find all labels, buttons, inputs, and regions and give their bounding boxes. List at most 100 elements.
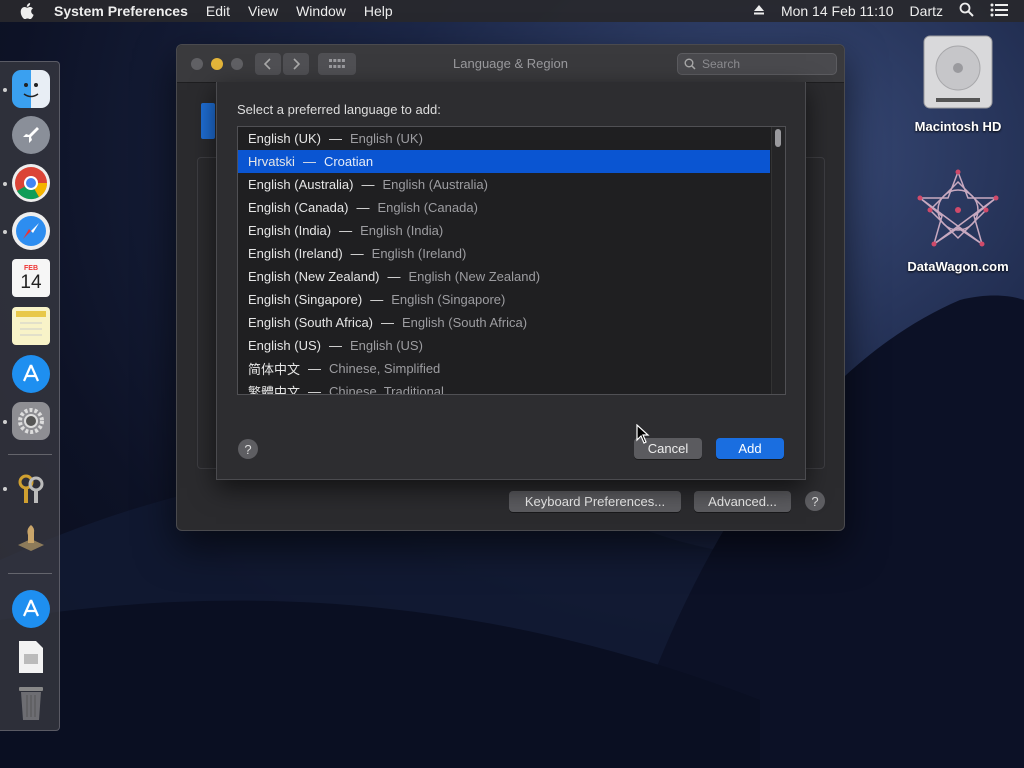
- sheet-help-button[interactable]: ?: [238, 439, 258, 459]
- sheet-title: Select a preferred language to add:: [237, 102, 441, 117]
- language-native-name: 简体中文: [248, 362, 301, 377]
- search-placeholder: Search: [702, 57, 741, 71]
- language-english-name: English (India): [360, 223, 444, 238]
- launchpad-icon[interactable]: [12, 116, 50, 154]
- desktop-icon-macintosh-hd[interactable]: Macintosh HD: [906, 32, 1010, 134]
- language-native-name: Hrvatski: [248, 154, 295, 169]
- language-row[interactable]: English (Ireland) — English (Ireland): [238, 242, 770, 265]
- language-row[interactable]: English (Australia) — English (Australia): [238, 173, 770, 196]
- menu-help[interactable]: Help: [364, 3, 393, 19]
- running-indicator: [3, 88, 7, 92]
- language-english-name: English (UK): [349, 131, 423, 146]
- language-separator: —: [308, 384, 322, 395]
- language-row[interactable]: 繁體中文 — Chinese, Traditional: [238, 380, 770, 395]
- hard-drive-icon: [923, 35, 993, 109]
- list-scrollbar[interactable]: [771, 127, 785, 394]
- language-native-name: English (Australia): [248, 177, 354, 192]
- language-row[interactable]: English (New Zealand) — English (New Zeala…: [238, 265, 770, 288]
- running-indicator: [3, 420, 7, 424]
- calendar-icon[interactable]: FEB 14: [12, 259, 50, 297]
- language-native-name: English (US): [248, 338, 321, 353]
- language-separator: —: [387, 269, 401, 284]
- menu-view[interactable]: View: [248, 3, 278, 19]
- search-icon: [684, 58, 696, 70]
- app-store-download-icon[interactable]: [12, 590, 50, 628]
- eject-icon[interactable]: [753, 3, 765, 19]
- mouse-cursor-icon: [636, 424, 650, 444]
- language-native-name: English (Canada): [248, 200, 349, 215]
- language-english-name: Chinese, Traditional: [329, 384, 444, 395]
- language-english-name: English (Ireland): [371, 246, 467, 261]
- datawagon-logo-icon: [917, 169, 999, 247]
- app-store-icon[interactable]: [12, 355, 50, 393]
- dock-separator: [8, 573, 52, 574]
- language-english-name: English (Canada): [377, 200, 478, 215]
- preferred-languages-list-edge: [201, 103, 215, 139]
- language-row[interactable]: English (Canada) — English (Canada): [238, 196, 770, 219]
- language-english-name: Chinese, Simplified: [329, 361, 441, 376]
- system-preferences-icon[interactable]: [12, 402, 50, 440]
- dock: FEB 14: [0, 61, 60, 731]
- safari-icon[interactable]: [12, 212, 50, 250]
- language-native-name: English (Singapore): [248, 292, 363, 307]
- language-native-name: English (India): [248, 223, 332, 238]
- search-field[interactable]: Search: [677, 53, 837, 75]
- language-row[interactable]: English (India) — English (India): [238, 219, 770, 242]
- language-row[interactable]: English (South Africa) — English (South Af…: [238, 311, 770, 334]
- language-native-name: English (South Africa): [248, 315, 374, 330]
- running-indicator: [3, 182, 7, 186]
- chess-icon[interactable]: [12, 517, 50, 555]
- language-separator: —: [339, 223, 353, 238]
- keychain-access-icon[interactable]: [12, 470, 50, 508]
- language-english-name: English (South Africa): [402, 315, 528, 330]
- language-separator: —: [308, 361, 322, 376]
- notification-center-icon[interactable]: [990, 3, 1008, 20]
- menu-bar: System Preferences Edit View Window Help…: [0, 0, 1024, 22]
- language-row[interactable]: Hrvatski — Croatian: [238, 150, 770, 173]
- calendar-day: 14: [20, 271, 42, 293]
- language-row[interactable]: English (Singapore) — English (Singapore): [238, 288, 770, 311]
- menu-window[interactable]: Window: [296, 3, 346, 19]
- add-button[interactable]: Add: [716, 438, 784, 459]
- language-english-name: English (US): [349, 338, 423, 353]
- language-native-name: English (Ireland): [248, 246, 343, 261]
- spotlight-search-icon[interactable]: [959, 2, 974, 20]
- desktop-icon-label: DataWagon.com: [907, 259, 1009, 274]
- desktop-icon-datawagon[interactable]: DataWagon.com: [896, 168, 1020, 274]
- language-separator: —: [356, 200, 370, 215]
- dock-separator: [8, 454, 52, 455]
- advanced-button[interactable]: Advanced...: [694, 491, 791, 512]
- language-separator: —: [381, 315, 395, 330]
- menu-edit[interactable]: Edit: [206, 3, 230, 19]
- language-english-name: English (Singapore): [391, 292, 506, 307]
- keyboard-preferences-button[interactable]: Keyboard Preferences...: [509, 491, 681, 512]
- language-list[interactable]: English (UK) — English (UK) Hrvatski — Croati…: [237, 126, 786, 395]
- menu-user[interactable]: Dartz: [910, 3, 943, 19]
- language-row[interactable]: English (UK) — English (UK): [238, 127, 770, 150]
- running-indicator: [3, 487, 7, 491]
- menu-app-name[interactable]: System Preferences: [54, 3, 188, 19]
- document-icon[interactable]: [12, 638, 50, 676]
- trash-icon[interactable]: [12, 684, 50, 722]
- window-help-button[interactable]: ?: [805, 491, 825, 511]
- language-row[interactable]: English (US) — English (US): [238, 334, 770, 357]
- language-row[interactable]: 简体中文 — Chinese, Simplified: [238, 357, 770, 380]
- apple-menu-icon[interactable]: [20, 3, 36, 19]
- language-english-name: English (New Zealand): [408, 269, 541, 284]
- chrome-icon[interactable]: [12, 164, 50, 202]
- language-separator: —: [328, 338, 342, 353]
- menu-clock[interactable]: Mon 14 Feb 11:10: [781, 3, 894, 19]
- language-separator: —: [328, 131, 342, 146]
- scrollbar-thumb[interactable]: [775, 129, 781, 147]
- finder-icon[interactable]: [12, 70, 50, 108]
- add-language-sheet: Select a preferred language to add: Engl…: [216, 82, 806, 480]
- window-titlebar[interactable]: Language & Region Search: [177, 45, 844, 83]
- language-separator: —: [361, 177, 375, 192]
- language-native-name: 繁體中文: [248, 385, 301, 395]
- language-separator: —: [370, 292, 384, 307]
- language-separator: —: [302, 154, 316, 169]
- notes-icon[interactable]: [12, 307, 50, 345]
- language-rows: English (UK) — English (UK) Hrvatski — Croati…: [238, 127, 785, 395]
- language-native-name: English (New Zealand): [248, 269, 380, 284]
- language-english-name: English (Australia): [382, 177, 489, 192]
